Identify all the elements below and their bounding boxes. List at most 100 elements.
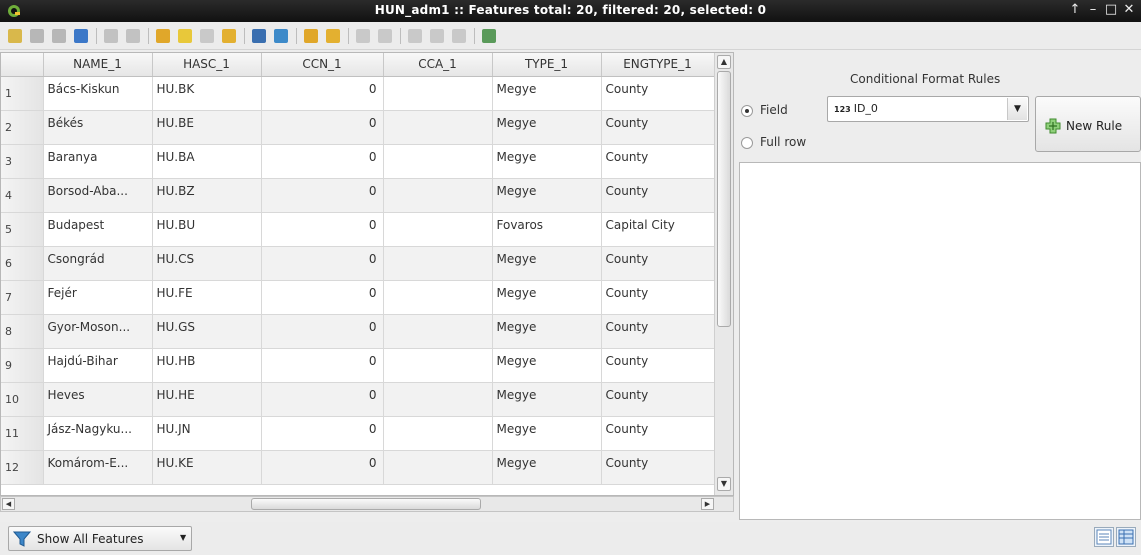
- table-cell[interactable]: Megye: [492, 416, 602, 451]
- delete-selected-icon[interactable]: [124, 27, 142, 45]
- table-cell[interactable]: HU.FE: [152, 280, 262, 315]
- maximize-button[interactable]: □: [1104, 2, 1118, 17]
- table-cell[interactable]: Megye: [492, 110, 602, 145]
- table-cell[interactable]: HU.HE: [152, 382, 262, 417]
- pan-to-selected-icon[interactable]: [302, 27, 320, 45]
- scroll-left-icon[interactable]: ◀: [2, 498, 15, 510]
- table-cell[interactable]: Bács-Kiskun: [43, 76, 153, 111]
- minimize-button[interactable]: –: [1086, 2, 1100, 17]
- table-cell[interactable]: 0: [261, 450, 384, 485]
- horizontal-scrollbar[interactable]: ◀ ▶: [0, 496, 734, 512]
- table-cell[interactable]: Fovaros: [492, 212, 602, 247]
- table-cell[interactable]: Hajdú-Bihar: [43, 348, 153, 383]
- row-number[interactable]: 10: [1, 382, 44, 417]
- form-view-button[interactable]: [1094, 527, 1114, 547]
- horizontal-scroll-thumb[interactable]: [251, 498, 481, 510]
- table-view-button[interactable]: [1116, 527, 1136, 547]
- table-cell[interactable]: Komárom-E...: [43, 450, 153, 485]
- table-cell[interactable]: 0: [261, 348, 384, 383]
- table-cell[interactable]: HU.HB: [152, 348, 262, 383]
- table-cell[interactable]: HU.BE: [152, 110, 262, 145]
- table-cell[interactable]: Megye: [492, 280, 602, 315]
- table-cell[interactable]: [383, 178, 493, 213]
- table-cell[interactable]: HU.BZ: [152, 178, 262, 213]
- row-number[interactable]: 1: [1, 76, 44, 111]
- field-radio-label[interactable]: Field: [760, 103, 788, 117]
- column-header[interactable]: TYPE_1: [492, 53, 602, 77]
- table-cell[interactable]: HU.GS: [152, 314, 262, 349]
- table-cell[interactable]: County: [601, 382, 715, 417]
- deselect-all-icon[interactable]: [220, 27, 238, 45]
- table-row[interactable]: 5 Budapest HU.BU 0 Fovaros Capital City: [1, 212, 715, 247]
- table-cell[interactable]: County: [601, 450, 715, 485]
- toggle-multi-edit-icon[interactable]: [28, 27, 46, 45]
- table-cell[interactable]: Baranya: [43, 144, 153, 179]
- table-cell[interactable]: Fejér: [43, 280, 153, 315]
- table-cell[interactable]: County: [601, 314, 715, 349]
- toggle-editing-icon[interactable]: [6, 27, 24, 45]
- table-cell[interactable]: [383, 76, 493, 111]
- table-cell[interactable]: County: [601, 246, 715, 281]
- table-cell[interactable]: [383, 450, 493, 485]
- table-row[interactable]: 8 Gyor-Moson... HU.GS 0 Megye County: [1, 314, 715, 349]
- select-all-icon[interactable]: [176, 27, 194, 45]
- table-cell[interactable]: HU.CS: [152, 246, 262, 281]
- table-cell[interactable]: 0: [261, 314, 384, 349]
- table-cell[interactable]: [383, 110, 493, 145]
- table-cell[interactable]: Megye: [492, 382, 602, 417]
- corner-header[interactable]: [1, 53, 44, 77]
- table-row[interactable]: 11 Jász-Nagyku... HU.JN 0 Megye County: [1, 416, 715, 451]
- conditional-formatting-icon[interactable]: [480, 27, 498, 45]
- feature-filter-button[interactable]: Show All Features ▼: [8, 526, 192, 551]
- full-row-radio[interactable]: [741, 137, 753, 149]
- table-cell[interactable]: [383, 314, 493, 349]
- column-header[interactable]: ENGTYPE_1: [601, 53, 715, 77]
- table-cell[interactable]: [383, 382, 493, 417]
- table-cell[interactable]: Megye: [492, 144, 602, 179]
- table-cell[interactable]: Megye: [492, 76, 602, 111]
- table-cell[interactable]: 0: [261, 212, 384, 247]
- table-row[interactable]: 4 Borsod-Aba... HU.BZ 0 Megye County: [1, 178, 715, 213]
- table-cell[interactable]: 0: [261, 382, 384, 417]
- table-cell[interactable]: 0: [261, 110, 384, 145]
- table-cell[interactable]: Gyor-Moson...: [43, 314, 153, 349]
- row-number[interactable]: 7: [1, 280, 44, 315]
- table-cell[interactable]: 0: [261, 144, 384, 179]
- scroll-up-icon[interactable]: ▲: [717, 55, 731, 69]
- zoom-to-selected-icon[interactable]: [324, 27, 342, 45]
- copy-rows-icon[interactable]: [354, 27, 372, 45]
- table-cell[interactable]: HU.KE: [152, 450, 262, 485]
- table-cell[interactable]: 0: [261, 280, 384, 315]
- row-number[interactable]: 3: [1, 144, 44, 179]
- row-number[interactable]: 9: [1, 348, 44, 383]
- table-cell[interactable]: Budapest: [43, 212, 153, 247]
- row-number[interactable]: 11: [1, 416, 44, 451]
- scroll-right-icon[interactable]: ▶: [701, 498, 714, 510]
- table-cell[interactable]: Megye: [492, 450, 602, 485]
- table-cell[interactable]: Békés: [43, 110, 153, 145]
- table-cell[interactable]: County: [601, 178, 715, 213]
- scroll-down-icon[interactable]: ▼: [717, 477, 731, 491]
- keep-above-button[interactable]: ↑: [1068, 2, 1082, 17]
- table-cell[interactable]: 0: [261, 178, 384, 213]
- table-cell[interactable]: [383, 416, 493, 451]
- row-number[interactable]: 4: [1, 178, 44, 213]
- table-row[interactable]: 9 Hajdú-Bihar HU.HB 0 Megye County: [1, 348, 715, 383]
- row-number[interactable]: 12: [1, 450, 44, 485]
- table-row[interactable]: 2 Békés HU.BE 0 Megye County: [1, 110, 715, 145]
- table-row[interactable]: 12 Komárom-E... HU.KE 0 Megye County: [1, 450, 715, 485]
- table-cell[interactable]: County: [601, 280, 715, 315]
- table-cell[interactable]: Megye: [492, 246, 602, 281]
- save-edits-icon[interactable]: [50, 27, 68, 45]
- vertical-scroll-thumb[interactable]: [717, 71, 731, 327]
- delete-field-icon[interactable]: [428, 27, 446, 45]
- table-cell[interactable]: Megye: [492, 348, 602, 383]
- close-button[interactable]: ✕: [1122, 2, 1136, 17]
- full-row-radio-label[interactable]: Full row: [760, 135, 806, 149]
- table-cell[interactable]: HU.BK: [152, 76, 262, 111]
- row-number[interactable]: 2: [1, 110, 44, 145]
- table-cell[interactable]: Csongrád: [43, 246, 153, 281]
- rules-list[interactable]: [739, 162, 1141, 520]
- vertical-scrollbar[interactable]: ▲ ▼: [714, 53, 733, 495]
- table-cell[interactable]: [383, 280, 493, 315]
